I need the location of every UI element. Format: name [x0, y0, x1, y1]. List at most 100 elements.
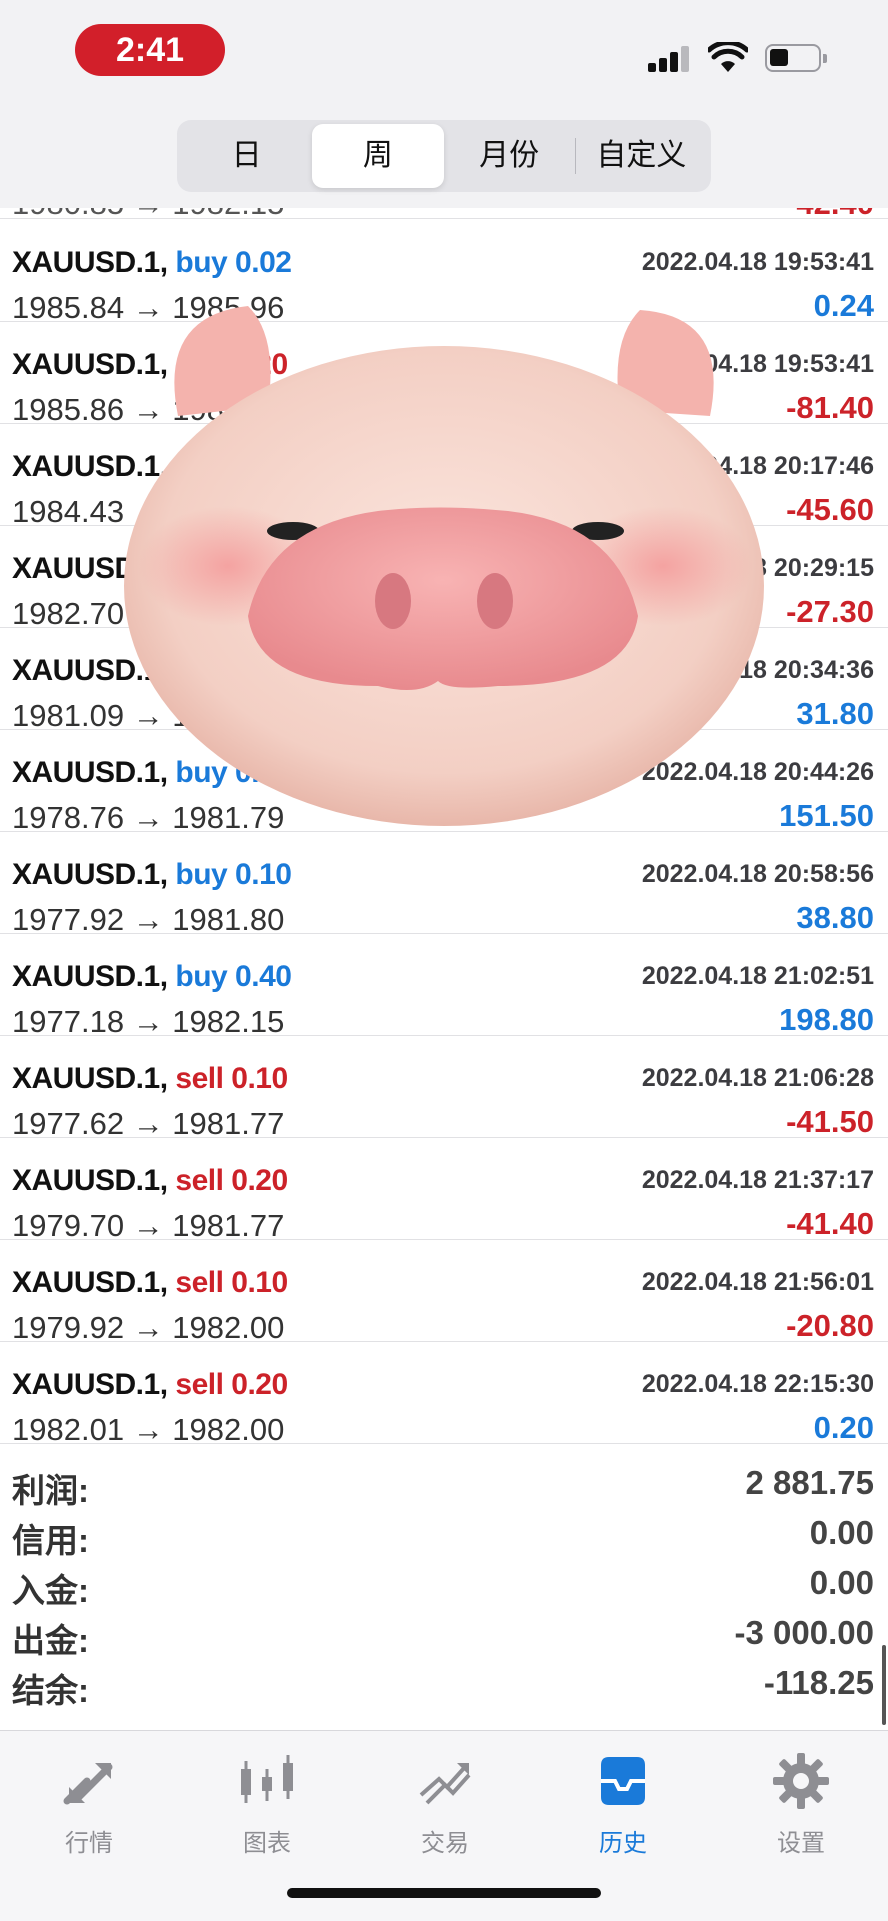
summary-value: -3 000.00: [734, 1614, 874, 1651]
period-tab-week[interactable]: 周: [312, 124, 444, 188]
trade-symbol: XAUUSD.1, sell 0.20: [12, 1164, 288, 1198]
status-bar: 2:41: [0, 0, 888, 100]
table-row-partial[interactable]: 1980.85 → 1982.15 -42.40: [0, 208, 888, 219]
trade-profit: 38.80: [796, 900, 874, 935]
trade-profit: -45.60: [786, 492, 874, 527]
trade-symbol: XAUUSD.1, buy 0.10: [12, 858, 292, 892]
symbol-name: XAUUSD.1,: [12, 1368, 168, 1401]
tab-label: 行情: [65, 1830, 113, 1857]
summary-label: 入金:: [12, 1572, 89, 1609]
period-tab-day[interactable]: 日: [181, 124, 312, 188]
table-row[interactable]: XAUUSD.1, sell 0.20 2022.04.18 22:15:30 19…: [0, 1342, 888, 1447]
tab-history[interactable]: 历史: [534, 1741, 712, 1861]
summary-value: 0.00: [809, 1514, 874, 1551]
trade-time: 2022.04.18 21:56:01: [641, 1268, 874, 1296]
trade-time: 2022.04.18 22:15:30: [641, 1370, 874, 1398]
summary-value: 2 881.75: [745, 1464, 874, 1501]
tab-label: 图表: [243, 1830, 291, 1857]
wifi-icon: [708, 42, 748, 72]
trade-symbol: XAUUSD.1, buy 0.40: [12, 960, 292, 994]
period-tab-custom[interactable]: 自定义: [576, 124, 707, 188]
period-header: 日 周 月份 自定义: [0, 100, 888, 208]
tab-label: 历史: [599, 1830, 647, 1857]
trade-prices: 1977.18 → 1982.15: [12, 1004, 285, 1039]
trade-prices: 1979.70 → 1981.77: [12, 1208, 285, 1243]
trade-prices: 1977.62 → 1981.77: [12, 1106, 285, 1141]
tab-label: 设置: [777, 1830, 825, 1857]
summary-row-withdrawal: 出金: -3 000.00: [0, 1610, 888, 1660]
pig-face-sticker: [124, 306, 764, 826]
trade-symbol: XAUUSD.1, sell 0.20: [12, 1368, 288, 1402]
trade-icon: [419, 1763, 471, 1805]
status-time[interactable]: 2:41: [75, 24, 225, 76]
period-tab-month[interactable]: 月份: [444, 124, 575, 188]
symbol-name: XAUUSD.1,: [12, 1062, 168, 1095]
summary-value: 0.00: [809, 1564, 874, 1601]
quotes-icon: [63, 1763, 113, 1805]
trade-side: sell 0.10: [175, 1266, 288, 1299]
pig-snout: [248, 507, 638, 690]
symbol-name: XAUUSD.1,: [12, 960, 168, 993]
trade-time: 2022.04.18 21:02:51: [641, 962, 874, 990]
tab-label: 交易: [421, 1830, 469, 1857]
symbol-name: XAUUSD.1,: [12, 246, 168, 279]
trade-profit: 31.80: [796, 696, 874, 731]
table-row[interactable]: XAUUSD.1, sell 0.10 2022.04.18 21:56:01 19…: [0, 1240, 888, 1345]
trade-symbol: XAUUSD.1, buy 0.02: [12, 246, 292, 280]
home-indicator[interactable]: [287, 1888, 601, 1898]
trade-prices: 1980.85 → 1982.15: [12, 208, 284, 218]
cellular-signal-icon: [648, 44, 692, 72]
nostril-right: [477, 573, 513, 629]
trade-time: 2022.04.18 19:53:41: [641, 248, 874, 276]
trade-side: buy 0.10: [175, 858, 292, 891]
period-segmented-control: 日 周 月份 自定义: [177, 120, 711, 192]
history-icon: [601, 1757, 645, 1805]
chart-icon: [241, 1755, 293, 1803]
tab-quotes[interactable]: 行情: [0, 1741, 178, 1861]
trade-profit: -42.40: [786, 208, 874, 218]
tab-settings[interactable]: 设置: [712, 1741, 888, 1861]
trade-time: 2022.04.18 21:06:28: [641, 1064, 874, 1092]
trade-symbol: XAUUSD.1, sell 0.10: [12, 1266, 288, 1300]
trade-profit: 151.50: [779, 798, 874, 833]
trade-prices: 1977.92 → 1981.80: [12, 902, 285, 937]
table-row[interactable]: XAUUSD.1, sell 0.10 2022.04.18 21:06:28 19…: [0, 1036, 888, 1141]
summary-label: 结余:: [12, 1672, 89, 1709]
summary-label: 出金:: [12, 1622, 89, 1659]
symbol-name: XAUUSD.1,: [12, 1164, 168, 1197]
table-row[interactable]: XAUUSD.1, buy 0.40 2022.04.18 21:02:51 197…: [0, 934, 888, 1039]
trade-side: sell 0.20: [175, 1164, 288, 1197]
trade-prices: 1982.01 → 1982.00: [12, 1412, 285, 1447]
tab-chart[interactable]: 图表: [178, 1741, 356, 1861]
symbol-name: XAUUSD.1,: [12, 1266, 168, 1299]
battery-icon: [765, 44, 827, 72]
trade-profit: 0.20: [813, 1410, 874, 1445]
tab-trade[interactable]: 交易: [356, 1741, 534, 1861]
trade-prices: 1979.92 → 1982.00: [12, 1310, 285, 1345]
trade-profit: -27.30: [786, 594, 874, 629]
summary-label: 利润:: [12, 1472, 89, 1509]
summary-label: 信用:: [12, 1522, 89, 1559]
trade-profit: -41.50: [786, 1104, 874, 1139]
scroll-indicator[interactable]: [882, 1645, 886, 1725]
trade-profit: 198.80: [779, 1002, 874, 1037]
summary-row-profit: 利润: 2 881.75: [0, 1460, 888, 1510]
summary-value: -118.25: [763, 1664, 874, 1701]
symbol-name: XAUUSD.1,: [12, 858, 168, 891]
account-summary: 利润: 2 881.75 信用: 0.00 入金: 0.00 出金: -3 00…: [0, 1460, 888, 1730]
trade-side: sell 0.20: [175, 1368, 288, 1401]
trade-side: sell 0.10: [175, 1062, 288, 1095]
table-row[interactable]: XAUUSD.1, sell 0.20 2022.04.18 21:37:17 19…: [0, 1138, 888, 1243]
trade-profit: -81.40: [786, 390, 874, 425]
settings-icon: [773, 1753, 829, 1809]
nostril-left: [375, 573, 411, 629]
trade-profit: -20.80: [786, 1308, 874, 1343]
trade-profit: 0.24: [813, 288, 874, 323]
table-row[interactable]: XAUUSD.1, buy 0.10 2022.04.18 20:58:56 197…: [0, 832, 888, 937]
trade-symbol: XAUUSD.1, sell 0.10: [12, 1062, 288, 1096]
summary-row-deposit: 入金: 0.00: [0, 1560, 888, 1610]
summary-row-credit: 信用: 0.00: [0, 1510, 888, 1560]
trade-side: buy 0.40: [175, 960, 292, 993]
trade-time: 2022.04.18 21:37:17: [641, 1166, 874, 1194]
trade-profit: -41.40: [786, 1206, 874, 1241]
